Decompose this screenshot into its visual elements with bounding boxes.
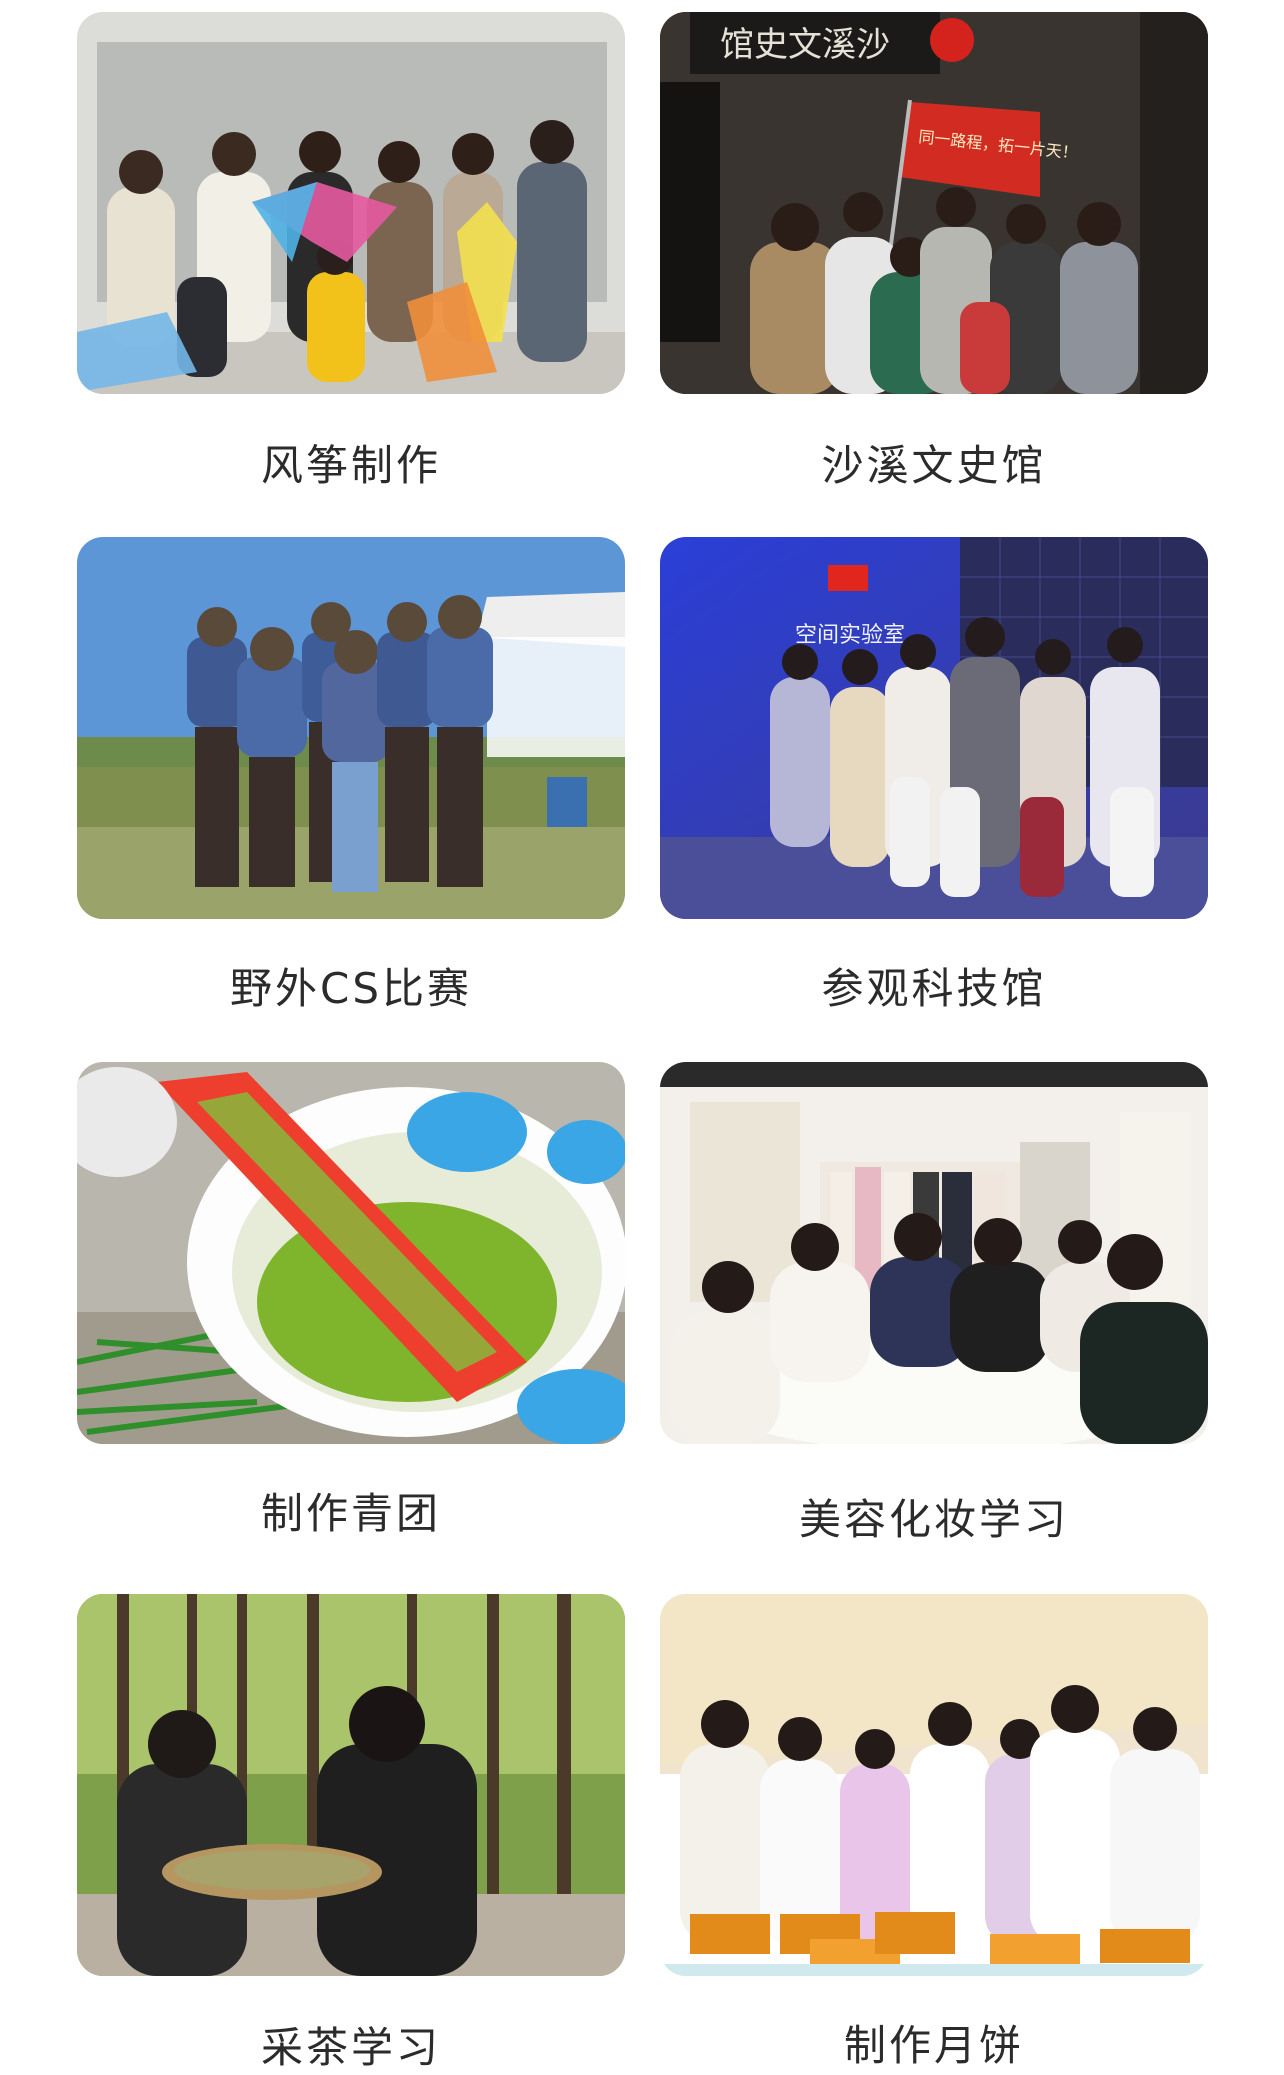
activity-card-kite-making[interactable]: 风筝制作 <box>77 12 625 490</box>
activity-card-mooncake[interactable]: 制作月饼 <box>660 1594 1208 2070</box>
museum-plaque-text: 馆史文溪沙 <box>720 25 890 65</box>
activity-label: 野外CS比赛 <box>230 964 472 1013</box>
activity-card-tea-picking[interactable]: 采茶学习 <box>77 1594 625 2072</box>
activity-label: 美容化妆学习 <box>798 1495 1069 1544</box>
kite-making-photo <box>77 12 625 394</box>
activity-card-outdoor-cs[interactable]: 野外CS比赛 <box>77 537 625 1013</box>
activity-label: 沙溪文史馆 <box>821 441 1047 490</box>
activity-card-science-museum[interactable]: 空间实验室 参观科技馆 <box>660 537 1208 1013</box>
science-museum-photo: 空间实验室 <box>660 537 1208 919</box>
activity-label: 参观科技馆 <box>821 964 1047 1013</box>
qingtuan-photo <box>77 1062 625 1444</box>
makeup-photo <box>660 1062 1208 1444</box>
activity-label: 制作月饼 <box>843 2021 1024 2070</box>
activity-gallery: 风筝制作 馆史文溪沙 同一路程，拓一片天！ 沙溪文史馆 野外CS比赛 空间实验室… <box>0 0 1284 2074</box>
activity-label: 采茶学习 <box>260 2023 441 2072</box>
activity-label: 风筝制作 <box>260 441 441 490</box>
mooncake-photo <box>660 1594 1208 1976</box>
tea-picking-photo <box>77 1594 625 1976</box>
activity-card-qingtuan[interactable]: 制作青团 <box>77 1062 625 1538</box>
activity-label: 制作青团 <box>260 1489 441 1538</box>
outdoor-cs-photo <box>77 537 625 919</box>
shaxi-museum-photo: 馆史文溪沙 同一路程，拓一片天！ <box>660 12 1208 394</box>
lab-sign-text: 空间实验室 <box>795 623 905 648</box>
activity-card-shaxi-museum[interactable]: 馆史文溪沙 同一路程，拓一片天！ 沙溪文史馆 <box>660 12 1208 490</box>
activity-card-makeup[interactable]: 美容化妆学习 <box>660 1062 1208 1544</box>
